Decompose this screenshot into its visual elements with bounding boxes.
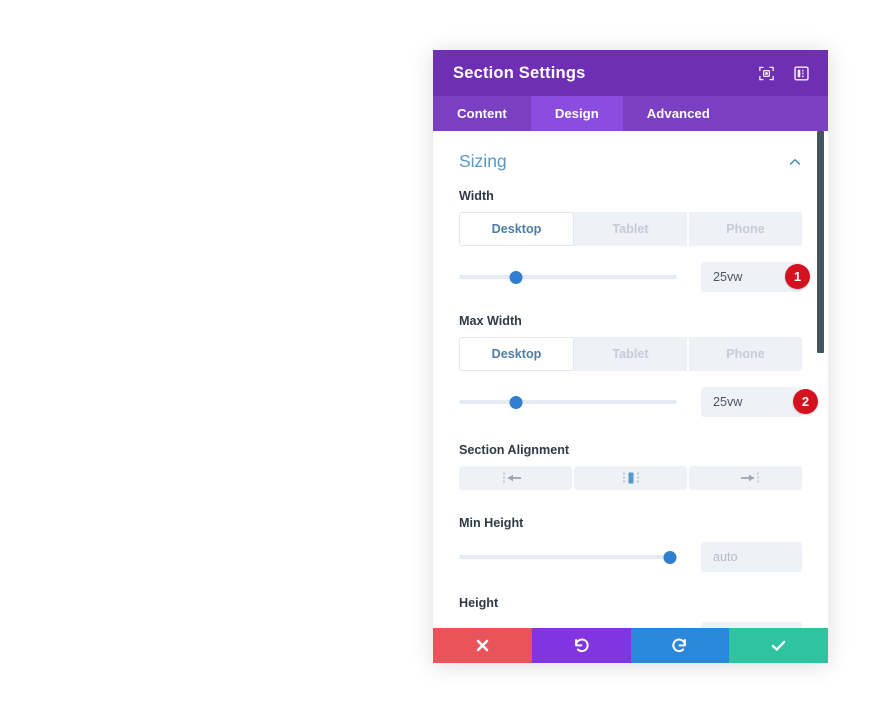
align-right-option[interactable]	[689, 465, 802, 490]
modal-header: Section Settings	[433, 50, 828, 96]
section-alignment-options	[459, 465, 802, 490]
align-right-icon	[740, 472, 759, 483]
scrollbar-track[interactable]	[816, 131, 826, 628]
settings-scroll-area: Sizing Width Desktop Tablet Phone 25vw 1…	[433, 131, 828, 628]
tab-content[interactable]: Content	[433, 96, 531, 131]
min-height-slider-thumb[interactable]	[663, 550, 677, 564]
field-section-alignment: Section Alignment	[459, 443, 802, 490]
screenshot-canvas: Section Settings Content Design Advanced…	[0, 0, 880, 719]
max-width-device-desktop[interactable]: Desktop	[459, 336, 574, 371]
max-width-slider-track	[459, 399, 677, 404]
page-title: Section Settings	[453, 63, 586, 82]
field-width: Width Desktop Tablet Phone 25vw 1	[459, 188, 810, 292]
width-slider-thumb[interactable]	[509, 270, 523, 284]
align-left-icon	[502, 472, 521, 483]
scrollbar-thumb[interactable]	[817, 131, 824, 353]
width-slider-row: 25vw 1	[459, 261, 810, 292]
min-height-slider-row: auto	[459, 541, 802, 572]
width-label: Width	[459, 188, 494, 203]
width-device-toggle: Desktop Tablet Phone	[459, 211, 802, 246]
tab-advanced[interactable]: Advanced	[623, 96, 734, 131]
section-settings-modal: Section Settings Content Design Advanced…	[433, 50, 828, 663]
sizing-section-header[interactable]: Sizing	[459, 131, 802, 171]
width-device-tablet[interactable]: Tablet	[574, 211, 689, 246]
max-width-label: Max Width	[459, 313, 522, 328]
width-device-desktop[interactable]: Desktop	[459, 211, 574, 246]
max-width-slider-row: 25vw 2	[459, 386, 818, 417]
min-height-label: Min Height	[459, 515, 524, 530]
max-width-device-toggle: Desktop Tablet Phone	[459, 336, 802, 371]
layout-panel-icon[interactable]	[793, 65, 810, 82]
section-alignment-label: Section Alignment	[459, 442, 570, 457]
max-width-device-tablet[interactable]: Tablet	[574, 336, 689, 371]
tab-design[interactable]: Design	[530, 96, 623, 131]
field-min-height: Min Height auto	[459, 516, 802, 572]
annotation-badge-2: 2	[793, 388, 818, 414]
align-center-icon	[622, 472, 639, 483]
header-action-group	[758, 65, 810, 82]
min-height-slider[interactable]	[459, 547, 677, 567]
height-value-input[interactable]: auto	[701, 621, 802, 628]
max-width-device-phone[interactable]: Phone	[689, 336, 802, 371]
max-width-slider[interactable]	[459, 392, 677, 412]
min-height-slider-track	[459, 554, 677, 559]
cancel-button[interactable]	[433, 628, 532, 663]
width-device-phone[interactable]: Phone	[689, 211, 802, 246]
height-slider[interactable]	[459, 627, 677, 629]
modal-footer	[433, 628, 828, 663]
undo-icon	[574, 638, 589, 653]
check-icon	[771, 640, 786, 651]
align-left-option[interactable]	[459, 465, 572, 490]
undo-button[interactable]	[531, 628, 631, 663]
redo-icon	[672, 638, 687, 653]
max-width-slider-thumb[interactable]	[509, 395, 523, 409]
height-label: Height	[459, 595, 499, 610]
chevron-up-icon[interactable]	[788, 155, 802, 169]
fullscreen-target-icon[interactable]	[758, 65, 775, 82]
sizing-section-title: Sizing	[459, 151, 507, 171]
redo-button[interactable]	[630, 628, 730, 663]
align-center-option[interactable]	[574, 465, 687, 490]
width-slider[interactable]	[459, 267, 677, 287]
field-max-width: Max Width Desktop Tablet Phone 25vw 2	[459, 313, 818, 417]
height-slider-row: auto	[459, 621, 802, 629]
field-height: Height auto	[459, 595, 802, 629]
max-width-value-input[interactable]: 25vw	[701, 386, 802, 417]
save-button[interactable]	[729, 628, 828, 663]
width-slider-track	[459, 274, 677, 279]
min-height-value-input[interactable]: auto	[701, 541, 802, 572]
tab-bar: Content Design Advanced	[433, 96, 828, 131]
annotation-badge-1: 1	[785, 263, 810, 289]
settings-content: Sizing Width Desktop Tablet Phone 25vw 1…	[433, 131, 828, 628]
x-icon	[476, 639, 489, 652]
